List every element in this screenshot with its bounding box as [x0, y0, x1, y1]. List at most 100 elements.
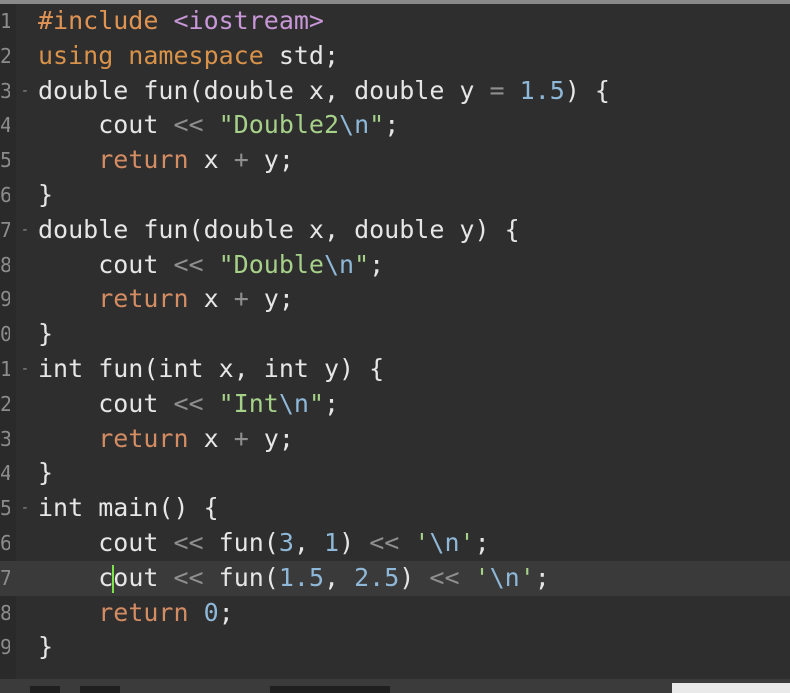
code-token: "Int	[218, 388, 279, 418]
code-line[interactable]: 3 return x + y;	[0, 422, 790, 457]
code-text[interactable]: double fun(double x, double y = 1.5) {	[38, 74, 610, 109]
code-token: ;	[324, 388, 340, 418]
code-text[interactable]: cout << "Double2\n";	[38, 108, 399, 143]
code-line[interactable]: 8 cout << "Double\n";	[0, 248, 790, 283]
code-token: ) {	[564, 75, 610, 105]
code-token: <iostream>	[173, 6, 324, 35]
code-token: '	[474, 562, 490, 592]
code-token: +	[233, 284, 264, 314]
code-line[interactable]: 0}	[0, 317, 790, 352]
code-area[interactable]: 1 #include <iostream> 2 using namespace std…	[0, 4, 790, 665]
code-line[interactable]: 2 cout << "Int\n";	[0, 387, 790, 422]
code-line[interactable]: 6 cout << fun(3, 1) << '\n';	[0, 526, 790, 561]
line-number: 7	[0, 565, 10, 590]
code-line[interactable]: 4 cout << "Double2\n";	[0, 108, 790, 143]
line-number: 6	[0, 530, 10, 555]
code-token: \n	[278, 388, 309, 418]
code-token: }	[38, 458, 54, 488]
code-token: y;	[263, 284, 294, 314]
code-token: x	[203, 145, 234, 175]
code-token: std;	[278, 40, 340, 70]
code-line[interactable]: 5- int main() {	[0, 491, 790, 526]
code-token: return	[98, 284, 204, 314]
code-token: 3	[278, 527, 294, 557]
code-token: <<	[369, 527, 415, 557]
line-number: 8	[0, 600, 10, 625]
code-token: '	[414, 527, 430, 557]
code-token: 1.5	[278, 562, 325, 592]
code-line[interactable]: 7 cout << fun(1.5, 2.5) << '\n';	[0, 560, 790, 596]
code-text[interactable]: int main() {	[38, 491, 219, 526]
taskbar-item	[80, 686, 120, 693]
code-token: )	[399, 562, 430, 592]
code-token: double fun(double x, double y	[38, 75, 490, 105]
line-number: 4	[0, 113, 10, 138]
code-token: return	[98, 423, 204, 453]
code-token: cout	[38, 249, 174, 279]
code-text[interactable]: return x + y;	[38, 143, 294, 178]
code-text[interactable]: cout << fun(1.5, 2.5) << '\n';	[38, 561, 550, 596]
code-text[interactable]: double fun(double x, double y) {	[38, 213, 520, 248]
code-token: #include	[38, 6, 174, 35]
code-line[interactable]: 1- int fun(int x, int y) {	[0, 352, 790, 387]
code-text[interactable]: }	[38, 630, 53, 665]
line-number: 2	[0, 391, 10, 416]
code-token: <<	[173, 110, 219, 140]
code-token: ;	[474, 527, 490, 557]
line-number: 5	[0, 148, 10, 173]
code-text[interactable]: }	[38, 456, 53, 491]
code-line[interactable]: 1 #include <iostream>	[0, 4, 790, 39]
code-text[interactable]: cout << "Double\n";	[38, 248, 384, 283]
code-line[interactable]: 8 return 0;	[0, 596, 790, 631]
code-token: "	[354, 249, 370, 279]
code-token: int main() {	[38, 493, 219, 523]
code-editor[interactable]: 1 #include <iostream> 2 using namespace std…	[0, 0, 790, 693]
code-text[interactable]: #include <iostream>	[38, 4, 324, 39]
line-number: 8	[0, 252, 10, 277]
code-text[interactable]: cout << fun(3, 1) << '\n';	[38, 526, 490, 561]
code-token: ;	[218, 597, 234, 627]
code-line[interactable]: 9 return x + y;	[0, 282, 790, 317]
code-text[interactable]: using namespace std;	[38, 39, 339, 74]
code-line[interactable]: 2 using namespace std;	[0, 39, 790, 74]
fold-marker-icon[interactable]: -	[18, 74, 32, 109]
code-token: "Double2	[218, 110, 340, 140]
code-text[interactable]: return 0;	[38, 596, 234, 631]
fold-marker-icon[interactable]: -	[18, 491, 32, 526]
code-token: fun(	[218, 562, 279, 592]
code-text[interactable]: }	[38, 178, 53, 213]
fold-marker-icon[interactable]: -	[18, 213, 32, 248]
code-text[interactable]: return x + y;	[38, 282, 294, 317]
line-number: 3	[0, 78, 10, 103]
code-line[interactable]: 5 return x + y;	[0, 143, 790, 178]
code-text[interactable]: return x + y;	[38, 422, 294, 457]
code-token: \n	[323, 249, 355, 279]
line-number: 0	[0, 322, 10, 347]
line-number: 1	[0, 356, 10, 381]
code-token: <<	[173, 527, 219, 557]
code-text[interactable]: cout << "Int\n";	[38, 387, 339, 422]
code-line[interactable]: 9}	[0, 630, 790, 665]
code-token: cout	[38, 388, 174, 418]
code-token: ;	[369, 249, 385, 279]
code-text[interactable]: }	[38, 317, 53, 352]
code-text[interactable]: int fun(int x, int y) {	[38, 352, 384, 387]
code-line[interactable]: 3- double fun(double x, double y = 1.5) {	[0, 74, 790, 109]
code-line[interactable]: 7- double fun(double x, double y) {	[0, 213, 790, 248]
code-token: '	[519, 562, 535, 592]
code-line[interactable]: 6}	[0, 178, 790, 213]
code-token: return	[98, 597, 204, 627]
code-token: '	[459, 527, 475, 557]
code-token: <<	[429, 562, 475, 592]
code-token: }	[38, 179, 54, 209]
code-token: using namespace	[38, 40, 279, 70]
fold-marker-icon[interactable]: -	[18, 352, 32, 387]
code-token: 2.5	[354, 562, 400, 592]
code-line[interactable]: 4}	[0, 456, 790, 491]
code-token: ,	[293, 527, 325, 557]
code-token: <<	[173, 388, 219, 418]
line-number: 7	[0, 217, 10, 242]
code-token: <<	[173, 562, 219, 592]
